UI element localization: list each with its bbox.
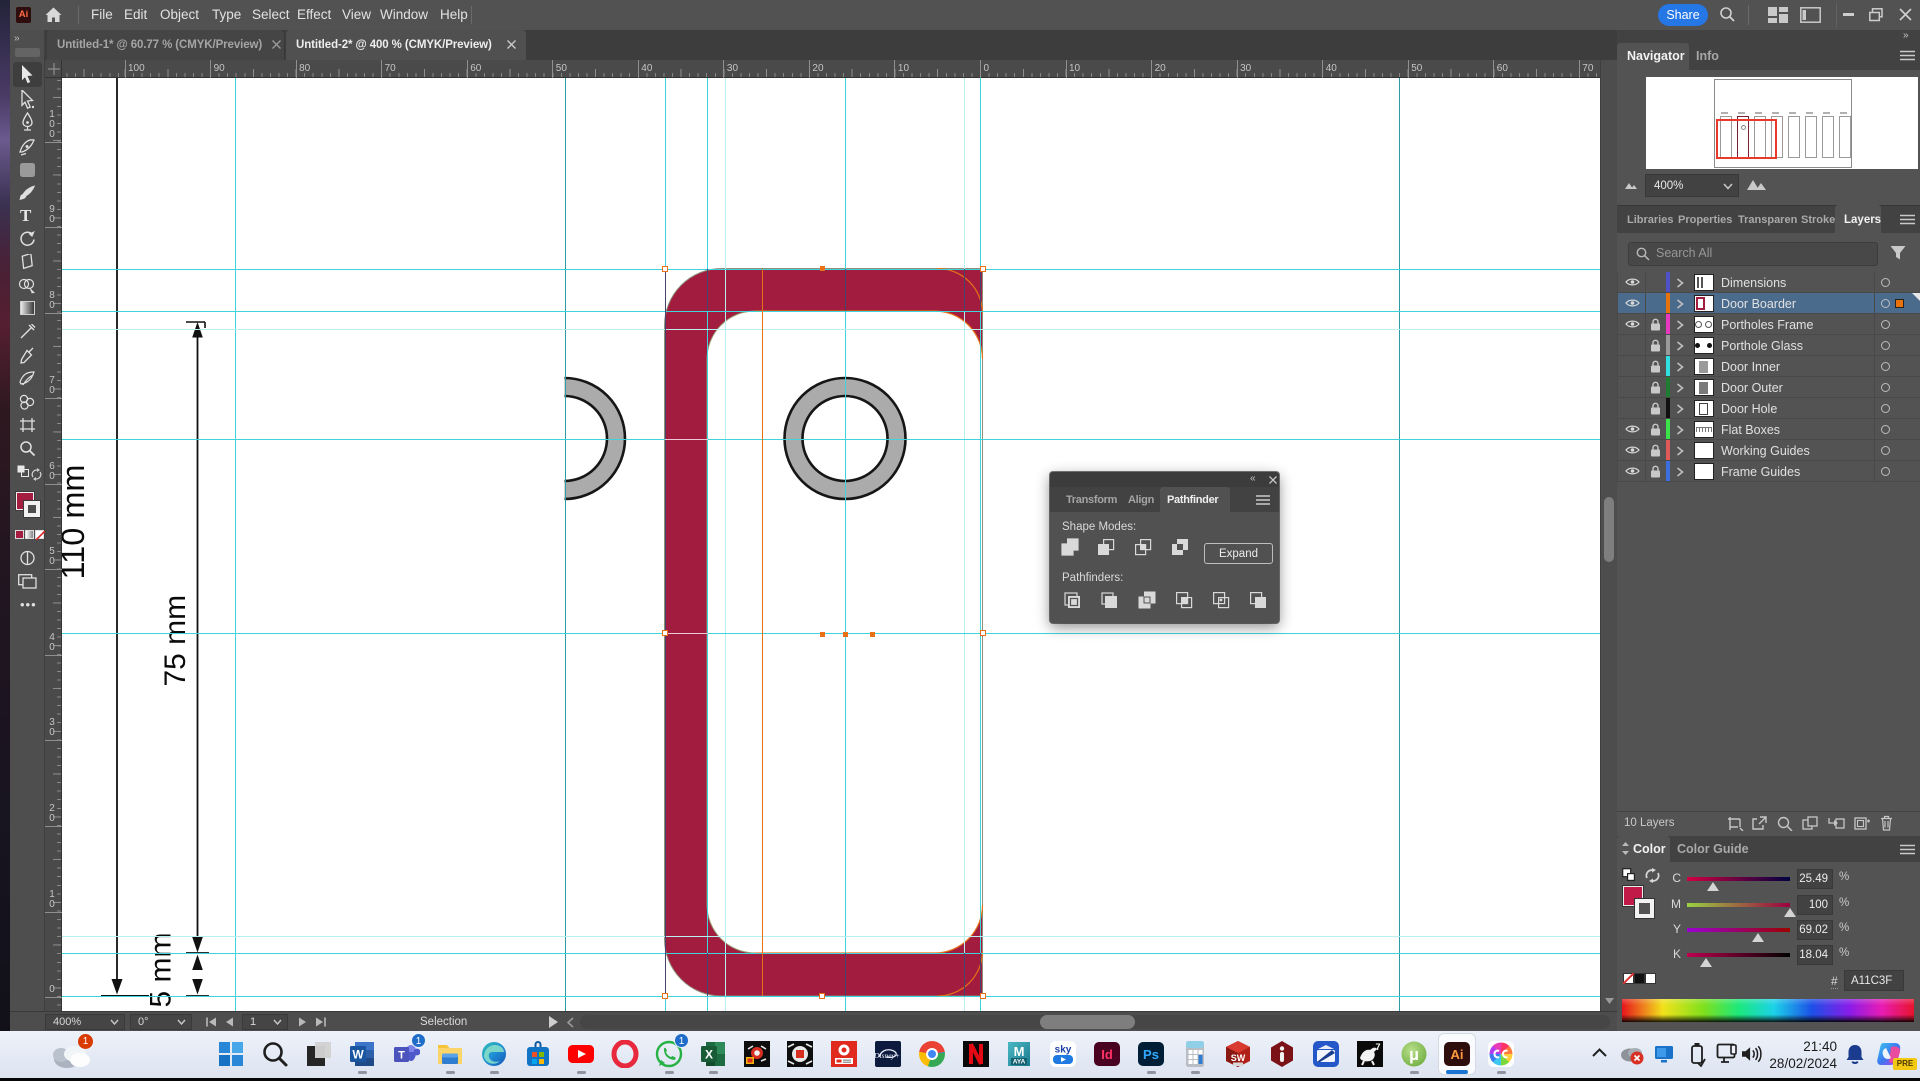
svg-text:T: T [398,1050,405,1062]
svg-text:W: W [353,1048,365,1062]
svg-text:Ai: Ai [1451,1047,1464,1062]
svg-text:Id: Id [1101,1047,1113,1062]
svg-text:AYA: AYA [1013,1059,1026,1066]
svg-text:µ: µ [1409,1045,1419,1064]
svg-text:75 mm: 75 mm [159,595,192,687]
svg-text:7: 7 [1375,1042,1380,1052]
svg-text:X: X [705,1048,713,1062]
svg-text:sky: sky [1055,1045,1072,1056]
svg-text:Disney+: Disney+ [874,1051,900,1060]
svg-text:M: M [1014,1044,1025,1059]
svg-text:SW: SW [1231,1053,1246,1063]
svg-text:110 mm: 110 mm [62,465,91,580]
svg-text:Ps: Ps [1143,1047,1159,1062]
